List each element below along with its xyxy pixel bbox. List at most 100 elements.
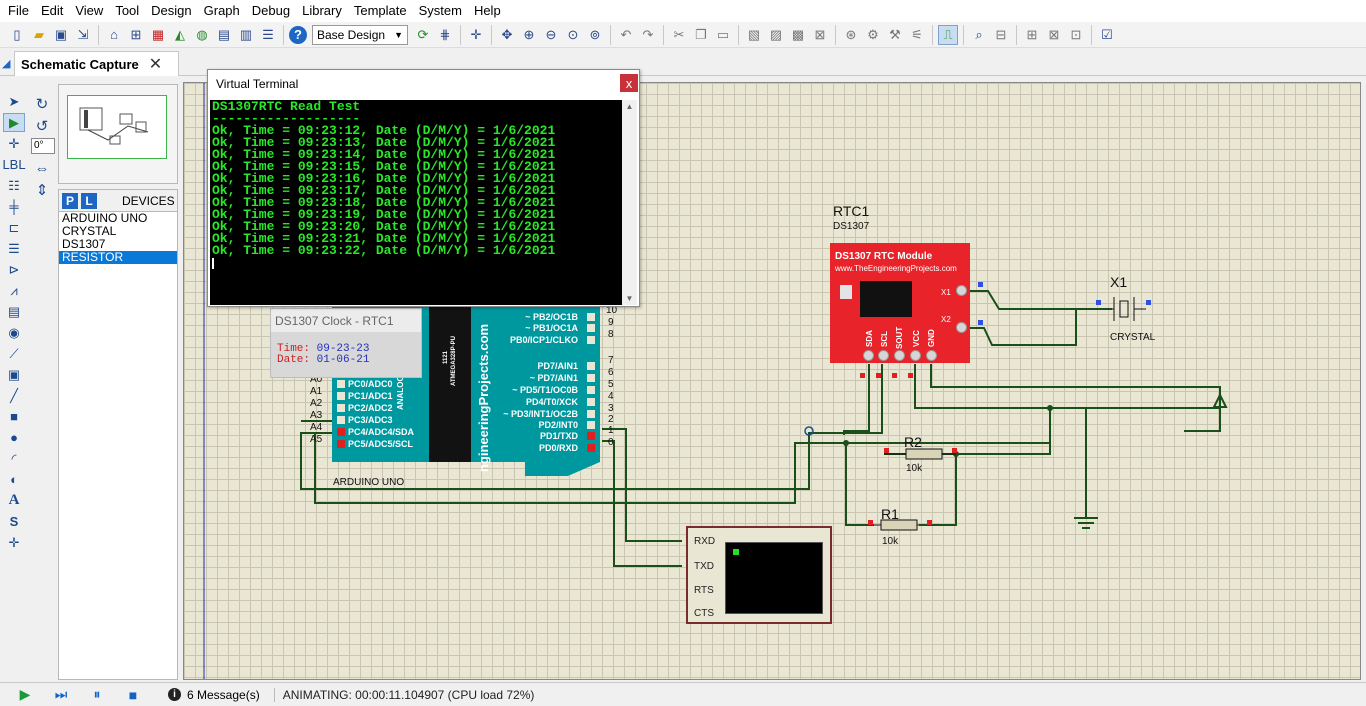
redo-icon[interactable]: ↷	[638, 25, 658, 45]
exit-parent-icon[interactable]: ⊡	[1066, 25, 1086, 45]
junction-dot-icon[interactable]: ✛	[3, 134, 25, 153]
menu-library[interactable]: Library	[296, 0, 348, 22]
wire-autorouter-icon[interactable]: ⎍	[938, 24, 958, 45]
text-icon[interactable]: A	[3, 491, 25, 510]
block-copy-icon[interactable]: ▧	[744, 25, 764, 45]
component-mode-icon[interactable]: ▶	[3, 113, 25, 132]
design-explorer-icon[interactable]: ▥	[236, 25, 256, 45]
home-icon[interactable]: ⌂	[104, 25, 124, 45]
selection-mode-icon[interactable]: ➤	[3, 92, 25, 111]
stop-icon[interactable]: ■	[122, 685, 144, 705]
rotate-clockwise-icon[interactable]: ↻	[31, 94, 53, 114]
search-icon[interactable]: ⌕	[969, 25, 989, 45]
wire-label-icon[interactable]: LBL	[2, 155, 25, 174]
property-assign-icon[interactable]: ⊟	[991, 25, 1011, 45]
virtual-terminal-component[interactable]: RXD TXD RTS CTS	[686, 526, 832, 624]
open-folder-icon[interactable]: ▰	[29, 25, 49, 45]
packaging-icon[interactable]: ⚒	[885, 25, 905, 45]
generator-icon[interactable]: ◉	[3, 323, 25, 342]
virtual-terminal-window[interactable]: Virtual Terminal x DS1307RTC Read Test --…	[207, 69, 640, 307]
mirror-horizontal-icon[interactable]: ⇔	[31, 158, 53, 178]
menu-debug[interactable]: Debug	[246, 0, 296, 22]
play-icon[interactable]: ▶	[14, 685, 36, 705]
scroll-down-icon[interactable]: ▼	[622, 292, 637, 305]
graph-mode-icon[interactable]: ⩘	[3, 281, 25, 300]
menu-view[interactable]: View	[69, 0, 109, 22]
voltage-probe-icon[interactable]: ⟋	[3, 344, 25, 363]
virtual-terminal-close-button[interactable]: x	[620, 74, 638, 92]
block-move-icon[interactable]: ▨	[766, 25, 786, 45]
pan-icon[interactable]: ✥	[497, 25, 517, 45]
save-icon[interactable]: ▣	[51, 25, 71, 45]
symbol-icon[interactable]: S	[3, 512, 25, 531]
block-delete-icon[interactable]: ⊠	[810, 25, 830, 45]
new-file-icon[interactable]: ▯	[7, 25, 27, 45]
scroll-up-icon[interactable]: ▲	[622, 100, 637, 113]
decompose-icon[interactable]: ⚟	[907, 25, 927, 45]
copy-icon[interactable]: ❐	[691, 25, 711, 45]
ds1307-clock-popup[interactable]: DS1307 Clock - RTC1 Time: 09-23-23 Date:…	[270, 308, 422, 378]
import-icon[interactable]: ⇲	[73, 25, 93, 45]
menu-system[interactable]: System	[413, 0, 468, 22]
overview-window[interactable]	[58, 84, 178, 184]
menu-edit[interactable]: Edit	[35, 0, 69, 22]
pcb-icon[interactable]: ▦	[148, 25, 168, 45]
arc-icon[interactable]: ◜	[3, 449, 25, 468]
menu-tool[interactable]: Tool	[109, 0, 145, 22]
design-select[interactable]: Base Design ▼	[312, 24, 408, 45]
new-sheet-icon[interactable]: ⊞	[1022, 25, 1042, 45]
zoom-in-icon[interactable]: ⊕	[519, 25, 539, 45]
grid-icon[interactable]: ⋕	[435, 25, 455, 45]
help-icon[interactable]: ?	[289, 25, 307, 44]
library-manager-button[interactable]: L	[81, 192, 97, 209]
virtual-instruments-icon[interactable]: ▣	[3, 365, 25, 384]
electrical-rule-check-icon[interactable]: ☑	[1097, 25, 1117, 45]
bom-icon[interactable]: ▤	[214, 25, 234, 45]
rotate-anticlockwise-icon[interactable]: ↺	[31, 116, 53, 136]
remove-sheet-icon[interactable]: ⊠	[1044, 25, 1064, 45]
ds1307-rtc-module[interactable]: DS1307 RTC Module www.TheEngineeringProj…	[830, 243, 970, 363]
terminals-icon[interactable]: ☰	[3, 239, 25, 258]
origin-icon[interactable]: ✛	[466, 25, 486, 45]
pick-devices-button[interactable]: P	[62, 192, 78, 209]
pick-device-icon[interactable]: ⊛	[841, 25, 861, 45]
device-pins-icon[interactable]: ⊳	[3, 260, 25, 279]
circle-icon[interactable]: ●	[3, 428, 25, 447]
device-item-resistor[interactable]: RESISTOR	[59, 251, 177, 264]
block-rotate-icon[interactable]: ▩	[788, 25, 808, 45]
step-icon[interactable]: ⏭	[50, 685, 72, 705]
tape-recorder-icon[interactable]: ▤	[3, 302, 25, 321]
line-icon[interactable]: ╱	[3, 386, 25, 405]
messages-indicator[interactable]: i 6 Message(s)	[168, 688, 260, 702]
zoom-all-icon[interactable]: ⊙	[563, 25, 583, 45]
pause-icon[interactable]: ⏸	[86, 685, 108, 705]
menu-design[interactable]: Design	[145, 0, 197, 22]
menu-graph[interactable]: Graph	[198, 0, 246, 22]
paste-icon[interactable]: ▭	[713, 25, 733, 45]
mirror-vertical-icon[interactable]: ⇕	[31, 180, 53, 200]
zoom-area-icon[interactable]: ⊚	[585, 25, 605, 45]
make-device-icon[interactable]: ⚙	[863, 25, 883, 45]
subcircuit-icon[interactable]: ⊏	[3, 218, 25, 237]
zoom-out-icon[interactable]: ⊖	[541, 25, 561, 45]
notes-icon[interactable]: ☰	[258, 25, 278, 45]
gerber-icon[interactable]: ◍	[192, 25, 212, 45]
undo-icon[interactable]: ↶	[616, 25, 636, 45]
menu-file[interactable]: File	[2, 0, 35, 22]
rotation-angle-input[interactable]: 0°	[31, 138, 55, 154]
3d-view-icon[interactable]: ◭	[170, 25, 190, 45]
terminal-output[interactable]: DS1307RTC Read Test ------------------- Ok…	[210, 100, 624, 305]
path-icon[interactable]: ◐	[3, 470, 25, 489]
menu-template[interactable]: Template	[348, 0, 413, 22]
terminal-scrollbar[interactable]: ▲ ▼	[622, 100, 637, 305]
marker-icon[interactable]: ✛	[3, 533, 25, 552]
cut-icon[interactable]: ✂	[669, 25, 689, 45]
refresh-icon[interactable]: ⟳	[413, 25, 433, 45]
text-script-icon[interactable]: ☷	[3, 176, 25, 195]
schematic-icon[interactable]: ⊞	[126, 25, 146, 45]
box-icon[interactable]: ■	[3, 407, 25, 426]
menu-help[interactable]: Help	[468, 0, 507, 22]
tab-schematic-capture[interactable]: Schematic Capture ✕	[14, 51, 179, 76]
close-icon[interactable]: ✕	[149, 54, 162, 74]
buses-icon[interactable]: ╪	[3, 197, 25, 216]
